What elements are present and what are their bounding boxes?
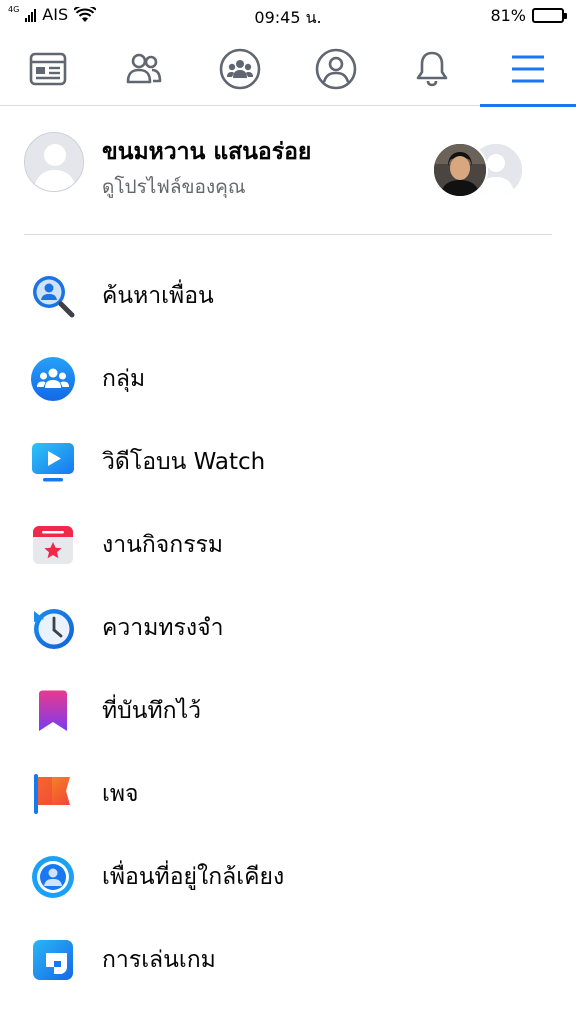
profile-name[interactable]: ขนมหวาน แสนอร่อย: [102, 134, 311, 170]
saved-icon: [39, 690, 67, 731]
person-photo-icon: [434, 144, 486, 196]
tab-profile[interactable]: [288, 32, 384, 106]
menu-item-memories[interactable]: ความทรงจำ: [0, 586, 576, 669]
memories-icon: [34, 609, 74, 649]
status-bar: 4G AIS 09:45 น. 81%: [0, 0, 576, 32]
top-tab-bar: [0, 32, 576, 107]
menu-icon: [512, 55, 544, 83]
status-right: 81%: [490, 6, 567, 25]
tab-news-feed[interactable]: [0, 32, 96, 106]
default-avatar-icon: [25, 133, 83, 191]
divider: [24, 234, 552, 235]
menu-item-saved[interactable]: ที่บันทึกไว้: [0, 669, 576, 752]
profile-icon: [315, 48, 357, 90]
battery-icon: [532, 8, 567, 23]
account-switcher[interactable]: [432, 142, 528, 198]
menu-item-label: วิดีโอบน Watch: [102, 449, 266, 475]
menu-item-label: เพจ: [102, 781, 139, 807]
menu-item-find-friends[interactable]: ค้นหาเพื่อน: [0, 254, 576, 337]
menu-item-label: กลุ่ม: [102, 366, 146, 392]
avatar[interactable]: [24, 132, 84, 192]
menu-item-pages[interactable]: เพจ: [0, 752, 576, 835]
account-avatar-photo[interactable]: [432, 142, 488, 198]
find-friends-icon: [33, 276, 75, 318]
menu-item-label: เพื่อนที่อยู่ใกล้เคียง: [102, 864, 285, 890]
profile-row[interactable]: ขนมหวาน แสนอร่อย ดูโปรไฟล์ของคุณ: [24, 128, 552, 198]
menu-item-label: งานกิจกรรม: [102, 532, 224, 558]
friends-icon: [126, 53, 162, 84]
tab-notifications[interactable]: [384, 32, 480, 106]
gaming-icon: [33, 940, 73, 980]
groups-icon: [31, 357, 75, 401]
menu-item-gaming[interactable]: การเล่นเกม: [0, 918, 576, 1001]
events-icon: [33, 526, 73, 564]
menu-item-groups[interactable]: กลุ่ม: [0, 337, 576, 420]
menu-item-label: ความทรงจำ: [102, 615, 224, 641]
menu-item-events[interactable]: งานกิจกรรม: [0, 503, 576, 586]
news-feed-icon: [29, 52, 67, 86]
menu-list: ค้นหาเพื่อน กลุ่ม วิดีโอบน Watch งานกิจก…: [0, 254, 576, 1001]
view-profile-link[interactable]: ดูโปรไฟล์ของคุณ: [102, 172, 245, 202]
tab-friends[interactable]: [96, 32, 192, 106]
menu-item-label: การเล่นเกม: [102, 947, 216, 973]
menu-item-nearby-friends[interactable]: เพื่อนที่อยู่ใกล้เคียง: [0, 835, 576, 918]
menu-item-watch[interactable]: วิดีโอบน Watch: [0, 420, 576, 503]
groups-icon: [219, 48, 261, 90]
battery-percent: 81%: [490, 6, 526, 25]
watch-icon: [32, 443, 74, 482]
tab-groups[interactable]: [192, 32, 288, 106]
menu-item-label: ค้นหาเพื่อน: [102, 283, 214, 309]
tab-menu[interactable]: [480, 32, 576, 107]
menu-item-label: ที่บันทึกไว้: [102, 698, 202, 724]
nearby-friends-icon: [32, 856, 74, 898]
bell-icon: [416, 51, 448, 87]
pages-icon: [34, 774, 70, 814]
